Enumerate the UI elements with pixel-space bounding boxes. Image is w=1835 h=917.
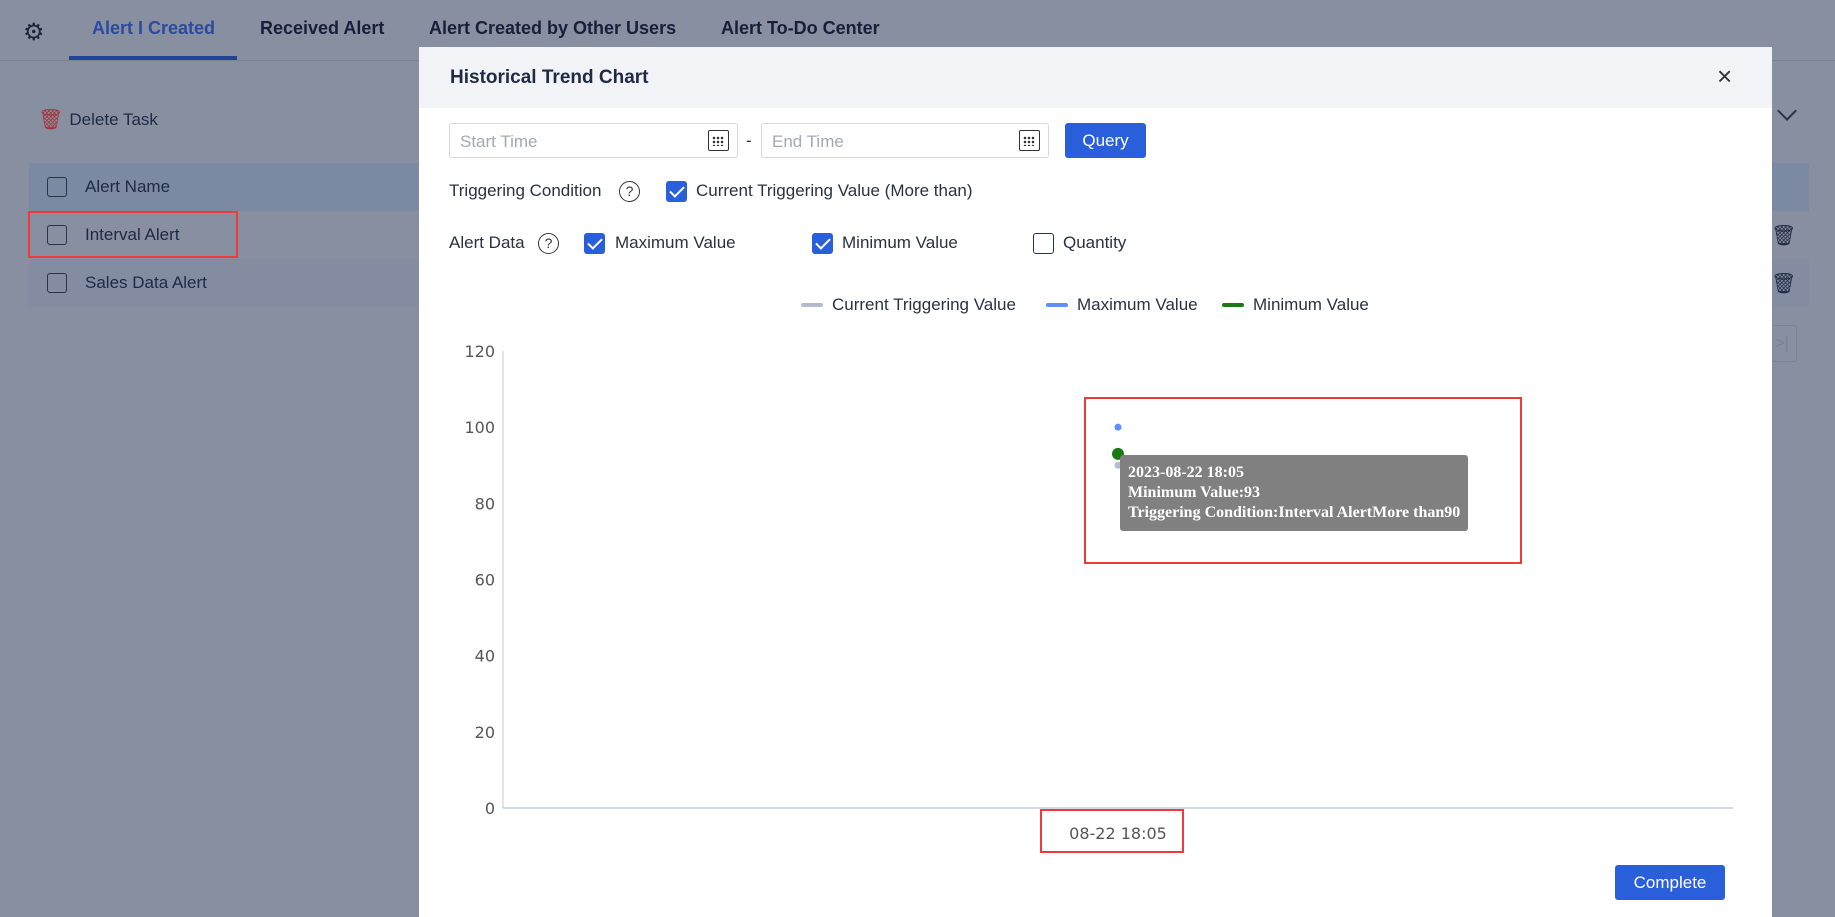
tab-received-alert[interactable]: Received Alert <box>260 18 384 39</box>
y-tick-label: 0 <box>485 799 495 818</box>
settings-gear-icon[interactable]: ⚙ <box>23 18 45 47</box>
tab-alert-todo-center[interactable]: Alert To-Do Center <box>721 18 880 39</box>
select-all-checkbox[interactable] <box>47 177 67 197</box>
delete-task-button[interactable]: 🗑 Delete Task <box>38 107 158 132</box>
trash-icon: 🗑 <box>38 109 64 131</box>
delete-row-icon[interactable]: 🗑 <box>1771 271 1796 296</box>
highlight-box <box>1040 809 1184 853</box>
y-tick-label: 40 <box>475 647 495 666</box>
tab-alert-i-created[interactable]: Alert I Created <box>92 18 215 39</box>
highlight-box <box>1084 397 1522 564</box>
highlight-box <box>28 211 238 258</box>
tab-alert-created-by-others[interactable]: Alert Created by Other Users <box>429 18 676 39</box>
y-tick-label: 20 <box>475 723 495 742</box>
y-tick-label: 60 <box>475 571 495 590</box>
delete-task-label: Delete Task <box>69 109 158 129</box>
y-tick-label: 120 <box>464 342 495 361</box>
alert-name: Sales Data Alert <box>85 273 207 292</box>
complete-button[interactable]: Complete <box>1615 865 1725 900</box>
y-tick-label: 100 <box>464 418 495 437</box>
y-tick-label: 80 <box>475 494 495 513</box>
chevron-down-icon[interactable] <box>1777 101 1797 121</box>
column-header-alert-name: Alert Name <box>85 177 171 196</box>
delete-row-icon[interactable]: 🗑 <box>1771 223 1796 248</box>
historical-trend-dialog: Historical Trend Chart × Start Time - En… <box>419 47 1772 917</box>
row-checkbox[interactable] <box>47 273 67 293</box>
